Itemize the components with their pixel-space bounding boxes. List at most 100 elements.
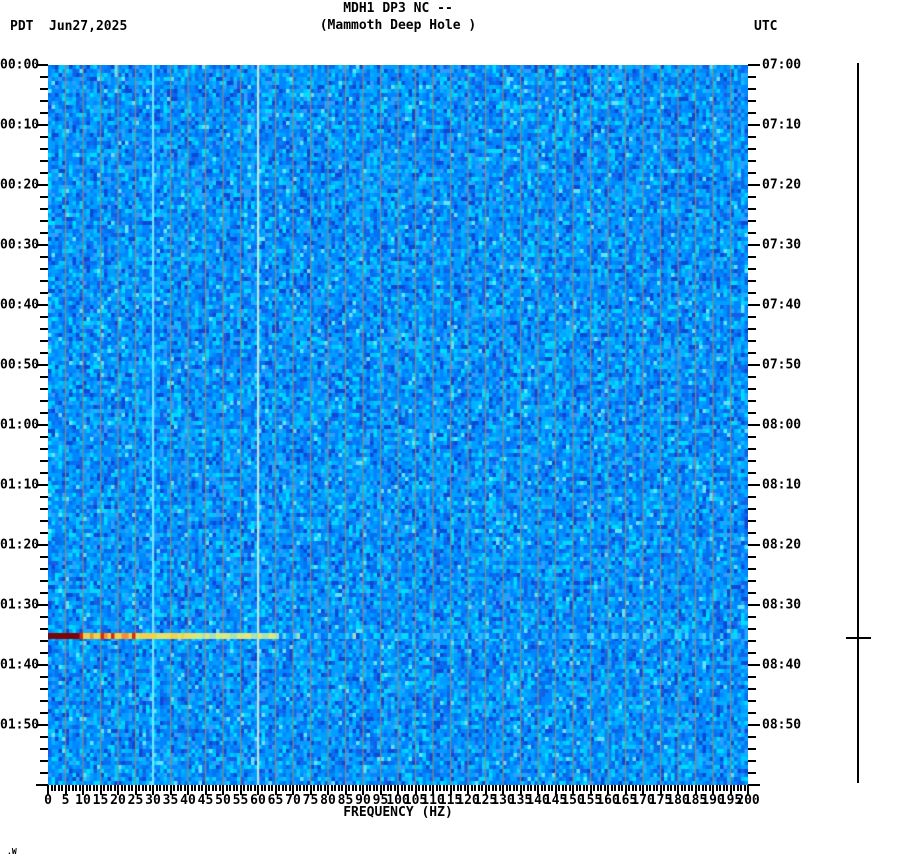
freq-minor-tick <box>267 785 270 791</box>
time-minor-tick-right <box>748 196 756 198</box>
time-minor-tick-left <box>40 328 48 330</box>
time-minor-tick-left <box>40 652 48 654</box>
freq-minor-tick <box>68 785 70 791</box>
page-title: MDH1 DP3 NC -- <box>343 1 453 16</box>
timezone-right-label: UTC <box>754 19 778 34</box>
freq-minor-tick <box>358 785 361 791</box>
freq-minor-tick <box>551 785 553 791</box>
freq-minor-tick <box>663 785 665 791</box>
utc-time-label: 08:40 <box>762 657 802 673</box>
freq-minor-tick <box>334 785 336 791</box>
time-minor-tick-left <box>40 100 48 102</box>
time-minor-tick-left <box>40 676 48 678</box>
freq-minor-tick <box>638 785 641 791</box>
time-minor-tick-right <box>748 772 756 774</box>
freq-minor-tick <box>127 785 130 791</box>
time-minor-tick-right <box>748 112 756 114</box>
freq-minor-tick <box>656 785 658 791</box>
freq-minor-tick <box>547 785 550 791</box>
freq-minor-tick <box>201 785 203 791</box>
time-minor-tick-left <box>40 316 48 318</box>
freq-minor-tick <box>348 785 350 791</box>
freq-minor-tick <box>435 785 438 791</box>
time-minor-tick-left <box>40 568 48 570</box>
freq-minor-tick <box>715 785 718 791</box>
freq-minor-tick <box>369 785 371 791</box>
utc-time-label: 08:00 <box>762 417 802 433</box>
time-minor-tick-left <box>40 340 48 342</box>
freq-minor-tick <box>428 785 431 791</box>
utc-time-label: 07:10 <box>762 117 802 133</box>
freq-minor-tick <box>320 785 322 791</box>
time-minor-tick-right <box>748 592 756 594</box>
time-minor-tick-left <box>40 748 48 750</box>
freq-minor-tick <box>383 785 385 791</box>
freq-minor-tick <box>89 785 91 791</box>
freq-minor-tick <box>670 785 672 791</box>
time-minor-tick-right <box>748 472 756 474</box>
freq-minor-tick <box>176 785 179 791</box>
time-minor-tick-left <box>40 292 48 294</box>
freq-minor-tick <box>323 785 326 791</box>
freq-minor-tick <box>635 785 637 791</box>
time-minor-tick-left <box>40 196 48 198</box>
freq-minor-tick <box>495 785 497 791</box>
freq-minor-tick <box>271 785 273 791</box>
freq-minor-tick <box>421 785 424 791</box>
time-minor-tick-right <box>748 520 756 522</box>
freq-minor-tick <box>148 785 151 791</box>
freq-minor-tick <box>474 785 476 791</box>
freq-minor-tick <box>649 785 651 791</box>
freq-minor-tick <box>337 785 340 791</box>
freq-minor-tick <box>166 785 168 791</box>
freq-minor-tick <box>404 785 406 791</box>
time-minor-tick-left <box>40 160 48 162</box>
freq-minor-tick <box>439 785 441 791</box>
freq-minor-tick <box>425 785 427 791</box>
freq-minor-tick <box>372 785 375 791</box>
time-minor-tick-left <box>40 496 48 498</box>
time-minor-tick-right <box>748 388 756 390</box>
time-minor-tick-right <box>748 496 756 498</box>
freq-minor-tick <box>316 785 319 791</box>
freq-minor-tick <box>285 785 287 791</box>
freq-minor-tick <box>684 785 686 791</box>
time-minor-tick-right <box>748 712 756 714</box>
freq-minor-tick <box>159 785 161 791</box>
timezone-left-label: PDT <box>10 19 34 34</box>
freq-minor-tick <box>229 785 231 791</box>
freq-minor-tick <box>295 785 298 791</box>
freq-minor-tick <box>110 785 112 791</box>
time-major-tick-right <box>748 244 760 246</box>
pdt-time-label: 00:00 <box>0 57 40 73</box>
time-minor-tick-right <box>748 628 756 630</box>
freq-minor-tick <box>190 785 193 791</box>
time-minor-tick-right <box>748 568 756 570</box>
time-minor-tick-right <box>748 136 756 138</box>
freq-minor-tick <box>600 785 602 791</box>
freq-minor-tick <box>488 785 490 791</box>
time-minor-tick-right <box>748 688 756 690</box>
time-minor-tick-left <box>40 736 48 738</box>
time-minor-tick-right <box>748 352 756 354</box>
freq-minor-tick <box>603 785 606 791</box>
time-minor-tick-left <box>40 592 48 594</box>
freq-minor-tick <box>722 785 725 791</box>
freq-minor-tick <box>180 785 182 791</box>
time-minor-tick-right <box>748 508 756 510</box>
freq-minor-tick <box>565 785 567 791</box>
time-minor-tick-right <box>748 340 756 342</box>
freq-minor-tick <box>680 785 683 791</box>
freq-minor-tick <box>250 785 252 791</box>
time-minor-tick-left <box>40 136 48 138</box>
time-minor-tick-right <box>748 280 756 282</box>
utc-time-label: 07:00 <box>762 57 802 73</box>
freq-minor-tick <box>586 785 588 791</box>
pdt-time-label: 01:20 <box>0 537 40 553</box>
freq-minor-tick <box>687 785 690 791</box>
utc-time-label: 07:30 <box>762 237 802 253</box>
pdt-time-label: 01:10 <box>0 477 40 493</box>
freq-minor-tick <box>281 785 284 791</box>
freq-minor-tick <box>558 785 560 791</box>
freq-minor-tick <box>103 785 105 791</box>
